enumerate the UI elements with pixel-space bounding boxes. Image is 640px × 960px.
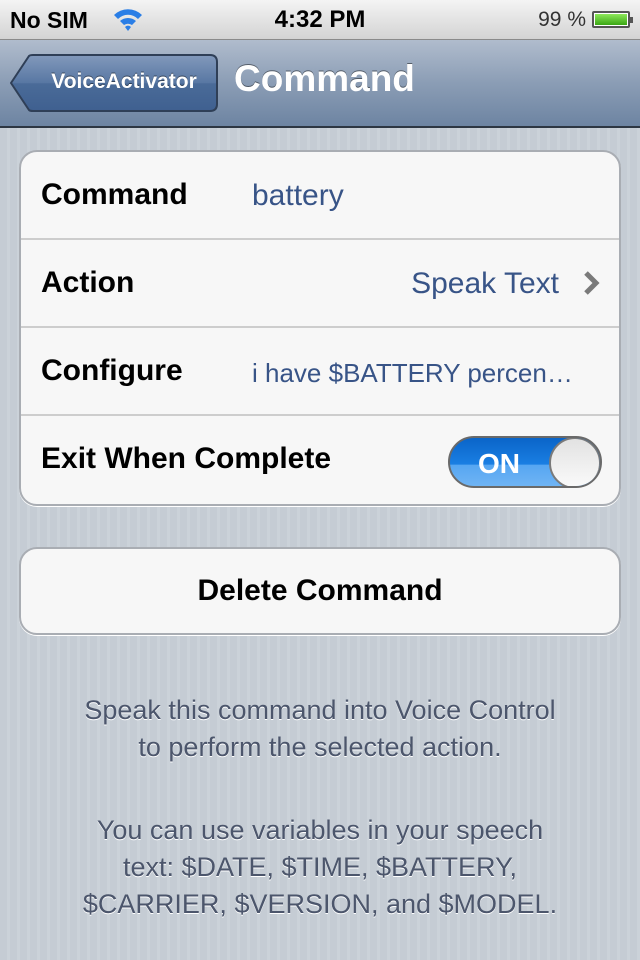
row-action[interactable]: Action Speak Text (21, 240, 619, 328)
row-command[interactable]: Command battery (21, 152, 619, 240)
battery-percent: 99 % (538, 8, 586, 31)
footer-line: Speak this command into Voice Control (84, 695, 556, 725)
delete-command-button[interactable]: Delete Command (19, 547, 621, 635)
chevron-right-icon (583, 270, 601, 296)
action-label: Action (41, 266, 135, 299)
settings-group: Command battery Action Speak Text Config… (19, 150, 621, 506)
footer-line: $CARRIER, $VERSION, and $MODEL. (82, 889, 558, 919)
configure-value: i have $BATTERY percen… (252, 358, 573, 388)
action-value: Speak Text (411, 267, 559, 300)
row-exit-when-complete: Exit When Complete ON (21, 416, 619, 504)
status-bar: No SIM 4:32 PM 99 % (0, 0, 640, 40)
navigation-bar: VoiceActivator Command (0, 40, 640, 128)
command-value[interactable]: battery (252, 179, 344, 213)
back-button-label: VoiceActivator (51, 70, 197, 93)
exit-when-complete-label: Exit When Complete (41, 442, 332, 475)
toggle-knob[interactable] (549, 438, 600, 486)
exit-when-complete-toggle[interactable]: ON (448, 436, 602, 488)
footer-line: You can use variables in your speech (96, 815, 544, 845)
back-button[interactable]: VoiceActivator (10, 54, 218, 112)
configure-label: Configure (41, 354, 183, 387)
page-title: Command (234, 58, 415, 99)
footer-line: text: $DATE, $TIME, $BATTERY, (122, 852, 518, 882)
footer-variables: You can use variables in your speech tex… (30, 812, 610, 923)
footer-line: to perform the selected action. (138, 732, 502, 762)
row-configure[interactable]: Configure i have $BATTERY percen… (21, 328, 619, 416)
battery-icon (592, 11, 633, 28)
footer-instructions: Speak this command into Voice Control to… (30, 692, 610, 766)
command-label: Command (41, 178, 188, 211)
toggle-state-label: ON (478, 448, 520, 479)
battery-fill (595, 14, 627, 25)
